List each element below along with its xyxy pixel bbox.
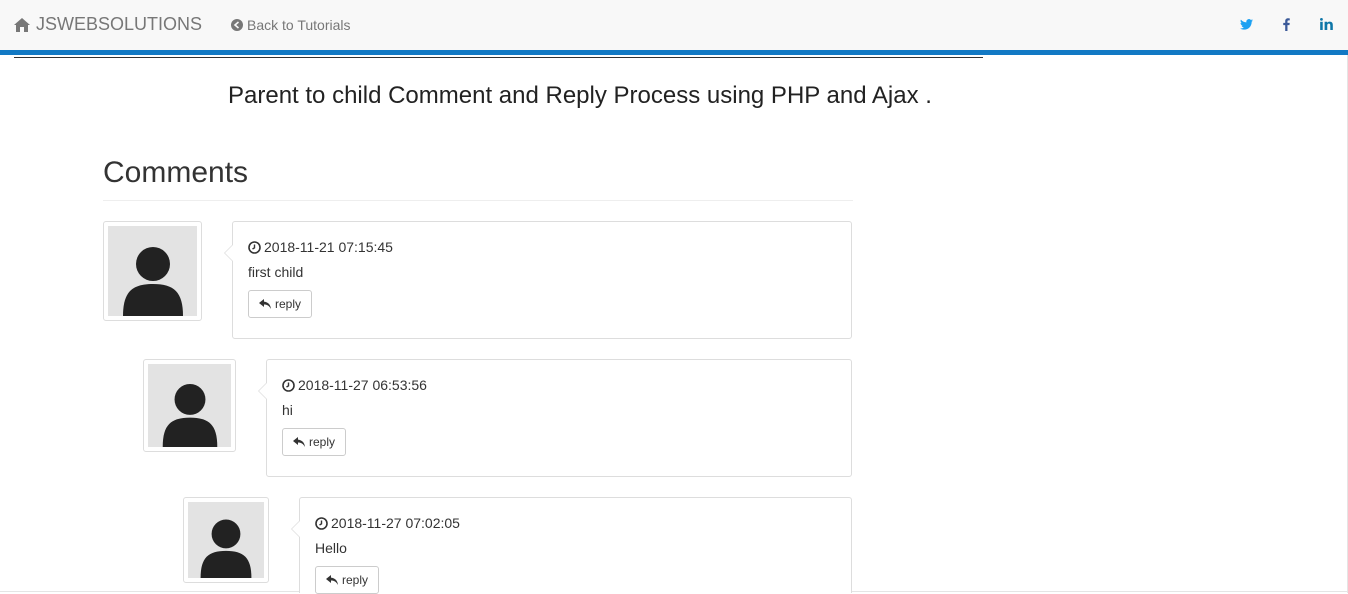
reply-icon [326,575,338,585]
comment-panel: 2018-11-27 07:02:05 Hello reply [291,497,852,594]
user-icon [200,519,252,578]
navbar: JSWEBSOLUTIONS Back to Tutorials [0,0,1348,55]
twitter-icon [1239,18,1253,30]
comment-timestamp: 2018-11-27 07:02:05 [331,515,460,531]
reply-label: reply [342,573,369,587]
avatar [183,497,269,583]
comment-panel: 2018-11-27 06:53:56 hi reply [258,359,852,477]
comment-meta: 2018-11-27 07:02:05 [315,514,836,532]
avatar-image [188,502,264,578]
linkedin-link[interactable] [1318,16,1334,32]
avatar-image [108,226,197,316]
linkedin-icon [1319,18,1333,30]
home-icon [14,17,30,32]
clock-icon [315,516,328,530]
comment-panel: 2018-11-21 07:15:45 first child reply [224,221,852,339]
clock-icon [248,240,261,254]
avatar [143,359,236,452]
panel-arrow-fill [292,521,300,537]
twitter-link[interactable] [1238,16,1254,32]
reply-button[interactable]: reply [248,290,313,318]
avatar [103,221,202,321]
heading-divider [103,200,853,201]
comment-timestamp: 2018-11-27 06:53:56 [298,377,427,393]
back-link-label: Back to Tutorials [247,17,351,33]
facebook-link[interactable] [1278,16,1294,32]
facebook-icon [1282,17,1290,31]
user-icon [122,247,183,316]
comments-heading: Comments [103,156,249,189]
comment-meta: 2018-11-27 06:53:56 [282,376,836,394]
reply-button[interactable]: reply [315,566,380,594]
reply-button[interactable]: reply [282,428,347,456]
reply-icon [259,299,271,309]
comment-text: Hello [315,540,347,556]
panel-arrow-fill [225,245,233,261]
comment-text: hi [282,402,293,418]
panel-arrow-fill [259,383,267,399]
comment-text: first child [248,264,304,280]
reply-icon [293,437,305,447]
reply-label: reply [309,435,336,449]
divider-line [14,57,983,58]
reply-label: reply [275,297,302,311]
arrow-circle-left-icon [231,19,243,31]
back-to-tutorials-link[interactable]: Back to Tutorials [231,17,351,33]
avatar-image [148,364,231,447]
page-title: Parent to child Comment and Reply Proces… [228,82,932,109]
clock-icon [282,378,295,392]
brand-link[interactable]: JSWEBSOLUTIONS [14,14,202,35]
comment-timestamp: 2018-11-21 07:15:45 [264,239,393,255]
comment-meta: 2018-11-21 07:15:45 [248,238,836,256]
user-icon [162,384,217,447]
brand-name: JSWEBSOLUTIONS [36,14,203,34]
